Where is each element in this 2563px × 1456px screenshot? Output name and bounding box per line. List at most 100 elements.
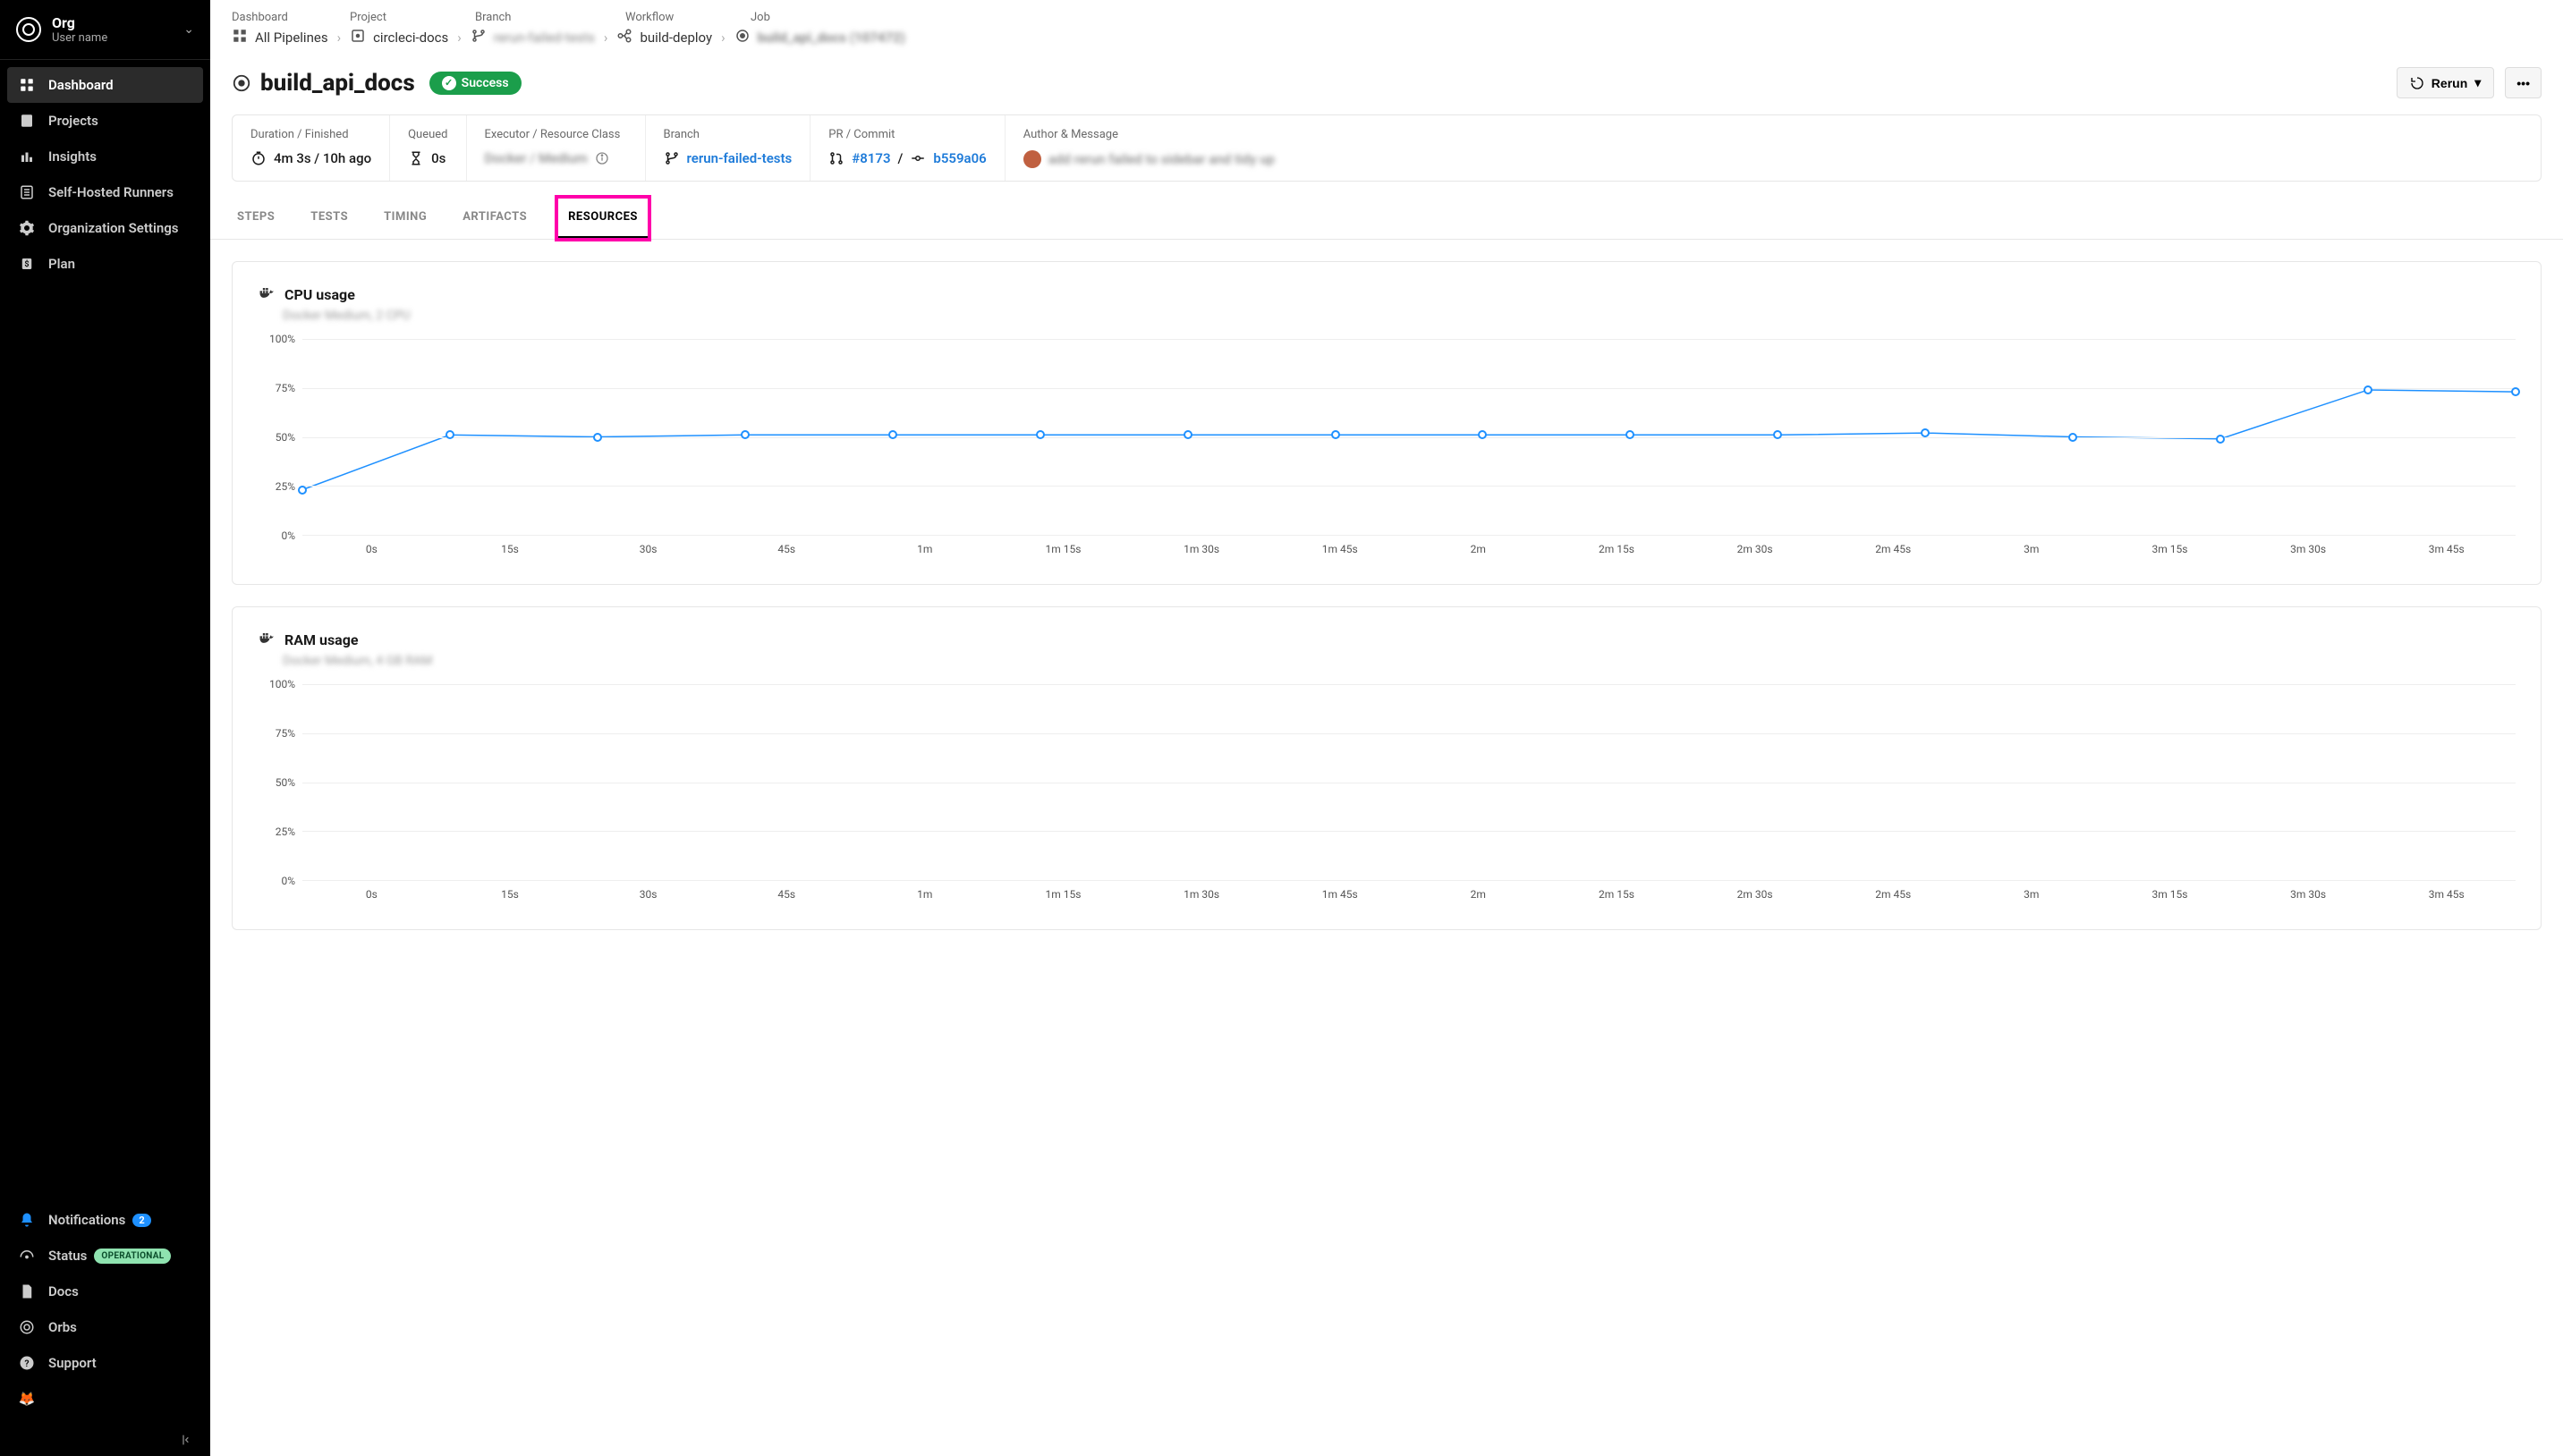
sidebar-item-runners[interactable]: Self-Hosted Runners (7, 174, 203, 210)
user-name: User name (52, 31, 183, 45)
status-text: Success (462, 76, 509, 90)
crumb-branch[interactable]: rerun-failed-tests (471, 28, 595, 47)
pipelines-icon (232, 28, 248, 47)
chevron-right-icon: › (721, 30, 726, 46)
chevron-down-icon: ⌄ (183, 22, 194, 37)
tab-tests[interactable]: TESTS (305, 198, 353, 239)
meta-pr-slash: / (898, 150, 904, 166)
orbs-icon (18, 1318, 36, 1336)
info-icon[interactable] (595, 151, 609, 165)
breadcrumb: Dashboard Project Branch Workflow Job Al… (210, 0, 2563, 51)
meta-commit-link[interactable]: b559a06 (933, 150, 986, 166)
sidebar-item-label: Docs (48, 1283, 79, 1299)
job-meta: Duration / Finished 4m 3s / 10h ago Queu… (232, 114, 2542, 182)
docker-icon (258, 284, 276, 305)
tab-timing[interactable]: TIMING (378, 198, 432, 239)
avatar-icon: 🦊 (18, 1390, 36, 1408)
sidebar-item-plan[interactable]: $ Plan (7, 246, 203, 282)
status-badge: ✓ Success (429, 72, 522, 95)
collapse-sidebar-button[interactable] (0, 1424, 210, 1456)
sidebar-item-status[interactable]: Status OPERATIONAL (7, 1238, 203, 1274)
nav-bottom: Notifications 2 Status OPERATIONAL Docs … (0, 1195, 210, 1424)
sidebar-item-label: Projects (48, 113, 98, 129)
meta-label-executor: Executor / Resource Class (485, 128, 627, 141)
job-icon (232, 73, 251, 93)
crumb-text-blurred: build_api_docs (107472) (758, 30, 905, 46)
ram-chart: 0%25%50%75%100% 0s15s30s45s1m1m 15s1m 30… (258, 684, 2516, 908)
sidebar-item-insights[interactable]: Insights (7, 139, 203, 174)
workflow-icon (616, 28, 632, 47)
meta-label-queued: Queued (408, 128, 447, 141)
notification-count-badge: 2 (132, 1214, 150, 1227)
rerun-button[interactable]: Rerun ▾ (2397, 67, 2494, 98)
sidebar-item-label: Organization Settings (48, 220, 178, 236)
meta-pr-link[interactable]: #8173 (852, 150, 890, 166)
sidebar-item-label: Plan (48, 256, 75, 272)
crumb-header-workflow: Workflow (625, 11, 751, 24)
crumb-project[interactable]: circleci-docs (350, 28, 448, 47)
title-row: build_api_docs ✓ Success Rerun ▾ ••• (210, 51, 2563, 114)
projects-icon (18, 112, 36, 130)
more-menu-button[interactable]: ••• (2505, 67, 2542, 98)
cpu-chart-card: CPU usage Docker Medium, 2 CPU 0%25%50%7… (232, 261, 2542, 585)
tab-resources[interactable]: RESOURCES (557, 198, 649, 239)
chart-title: CPU usage (284, 286, 355, 303)
meta-author-blurred: add rerun failed to sidebar and tidy up (1048, 151, 1275, 167)
caret-down-icon: ▾ (2474, 75, 2481, 90)
crumb-job[interactable]: build_api_docs (107472) (734, 28, 905, 47)
branch-icon (471, 28, 487, 47)
dashboard-icon (18, 76, 36, 94)
chevron-right-icon: › (337, 30, 342, 46)
sidebar-item-label: Status (48, 1248, 87, 1264)
pr-icon (828, 150, 844, 166)
crumb-dashboard[interactable]: All Pipelines (232, 28, 328, 47)
sidebar-item-docs[interactable]: Docs (7, 1274, 203, 1309)
crumb-workflow[interactable]: build-deploy (616, 28, 712, 47)
docs-icon (18, 1282, 36, 1300)
gear-icon (18, 219, 36, 237)
sidebar-item-notifications[interactable]: Notifications 2 (7, 1202, 203, 1238)
meta-label-branch: Branch (664, 128, 793, 141)
crumb-header-branch: Branch (475, 11, 625, 24)
branch-icon (664, 150, 680, 166)
org-name: Org (52, 14, 183, 31)
runners-icon (18, 183, 36, 201)
sidebar-item-label: Dashboard (48, 77, 114, 93)
chevron-right-icon: › (604, 30, 608, 46)
sidebar-item-org-settings[interactable]: Organization Settings (7, 210, 203, 246)
tab-steps[interactable]: STEPS (232, 198, 280, 239)
sidebar-item-label: Support (48, 1355, 97, 1371)
chart-subtitle-blurred: Docker Medium, 4 GB RAM (258, 654, 2516, 668)
crumb-text: All Pipelines (255, 30, 328, 46)
svg-text:?: ? (24, 1358, 29, 1369)
bell-icon (18, 1211, 36, 1229)
sidebar-item-avatar[interactable]: 🦊 (7, 1381, 203, 1417)
meta-duration: 4m 3s / 10h ago (274, 150, 371, 166)
org-logo-icon (16, 17, 41, 42)
meta-label-pr: PR / Commit (828, 128, 986, 141)
meta-queued: 0s (431, 150, 446, 166)
dots-icon: ••• (2516, 76, 2530, 90)
tab-artifacts[interactable]: ARTIFACTS (457, 198, 532, 239)
rerun-label: Rerun (2431, 76, 2467, 90)
meta-executor-blurred: Docker / Medium (485, 150, 588, 166)
crumb-text-blurred: rerun-failed-tests (494, 30, 595, 46)
project-icon (350, 28, 366, 47)
chart-title: RAM usage (284, 631, 359, 648)
sidebar-item-projects[interactable]: Projects (7, 103, 203, 139)
sidebar: Org User name ⌄ Dashboard Projects Insig… (0, 0, 210, 1456)
check-icon: ✓ (442, 76, 456, 90)
hourglass-icon (408, 150, 424, 166)
meta-label-duration: Duration / Finished (250, 128, 371, 141)
sidebar-item-dashboard[interactable]: Dashboard (7, 67, 203, 103)
crumb-header-project: Project (350, 11, 475, 24)
sidebar-item-support[interactable]: ? Support (7, 1345, 203, 1381)
org-switcher[interactable]: Org User name ⌄ (0, 0, 210, 60)
avatar-icon (1023, 150, 1041, 168)
crumb-header-job: Job (751, 11, 770, 24)
commit-icon (910, 150, 926, 166)
sidebar-item-orbs[interactable]: Orbs (7, 1309, 203, 1345)
meta-label-author: Author & Message (1023, 128, 2523, 141)
docker-icon (258, 629, 276, 650)
meta-branch-link[interactable]: rerun-failed-tests (687, 150, 793, 166)
